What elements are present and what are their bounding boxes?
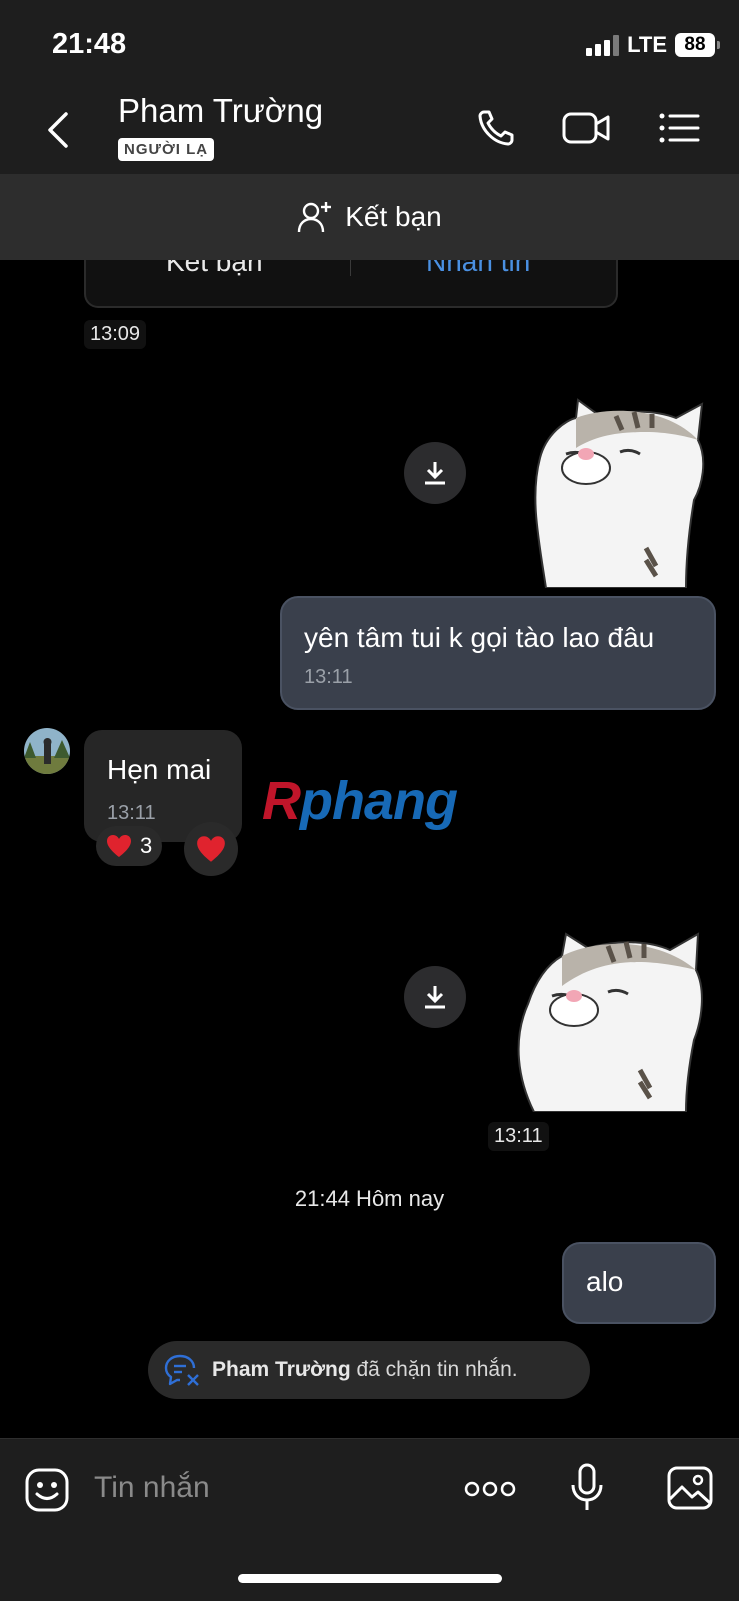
sticker-emoji-icon[interactable] xyxy=(24,1467,70,1513)
reaction-count: 3 xyxy=(140,833,153,858)
contact-avatar[interactable] xyxy=(24,728,70,774)
add-friend-bar[interactable]: Kết bạn xyxy=(0,174,739,260)
more-options-icon[interactable] xyxy=(464,1477,516,1501)
heart-icon xyxy=(107,835,131,857)
cat-sticker-image[interactable] xyxy=(516,396,718,588)
watermark-logo: Rphang xyxy=(262,771,458,831)
video-call-icon[interactable] xyxy=(562,106,610,150)
heart-icon xyxy=(197,836,225,862)
message-text: Hẹn mai xyxy=(107,754,212,785)
download-button[interactable] xyxy=(404,966,466,1028)
stranger-badge: NGƯỜI LẠ xyxy=(118,138,215,161)
date-separator: 21:44 Hôm nay xyxy=(294,1186,445,1211)
add-friend-label: Kết bạn xyxy=(345,201,442,232)
message-timestamp: 13:09 xyxy=(84,320,147,349)
message-text: yên tâm tui k gọi tào lao đâu xyxy=(304,622,655,653)
blocked-notice-text: Pham Trường đã chặn tin nhắn. xyxy=(212,1358,518,1381)
contact-name[interactable]: Pham Trường xyxy=(118,92,323,130)
back-chevron-icon[interactable] xyxy=(40,108,80,152)
download-button[interactable] xyxy=(404,442,466,504)
outgoing-message-bubble[interactable]: alo xyxy=(562,1242,716,1324)
outgoing-message-bubble[interactable]: yên tâm tui k gọi tào lao đâu 13:11 xyxy=(280,596,716,710)
message-text: alo xyxy=(586,1266,624,1297)
add-friend-icon xyxy=(298,202,332,233)
image-gallery-icon[interactable] xyxy=(666,1465,714,1511)
react-button[interactable] xyxy=(184,822,238,876)
battery-icon: 88 xyxy=(675,33,720,57)
download-icon xyxy=(425,462,445,485)
microphone-icon[interactable] xyxy=(570,1463,604,1513)
network-type: LTE xyxy=(627,32,667,57)
download-icon xyxy=(425,986,445,1009)
status-icons: LTE 88 xyxy=(586,32,720,58)
message-input[interactable]: Tin nhắn xyxy=(94,1471,210,1505)
phone-call-icon[interactable] xyxy=(474,106,522,150)
message-time: 13:11 xyxy=(107,802,156,824)
message-timestamp: 13:11 xyxy=(488,1122,549,1151)
status-time: 21:48 xyxy=(52,28,127,60)
signal-icon xyxy=(586,34,620,56)
message-time: 13:11 xyxy=(304,666,353,688)
blocked-chat-icon xyxy=(164,1354,199,1386)
cat-sticker-image[interactable] xyxy=(508,930,712,1112)
home-indicator[interactable] xyxy=(238,1574,502,1583)
reaction-summary[interactable]: 3 xyxy=(96,826,163,866)
menu-list-icon[interactable] xyxy=(656,106,704,150)
app-header xyxy=(0,0,739,174)
blocked-notice: Pham Trường đã chặn tin nhắn. xyxy=(148,1341,590,1399)
